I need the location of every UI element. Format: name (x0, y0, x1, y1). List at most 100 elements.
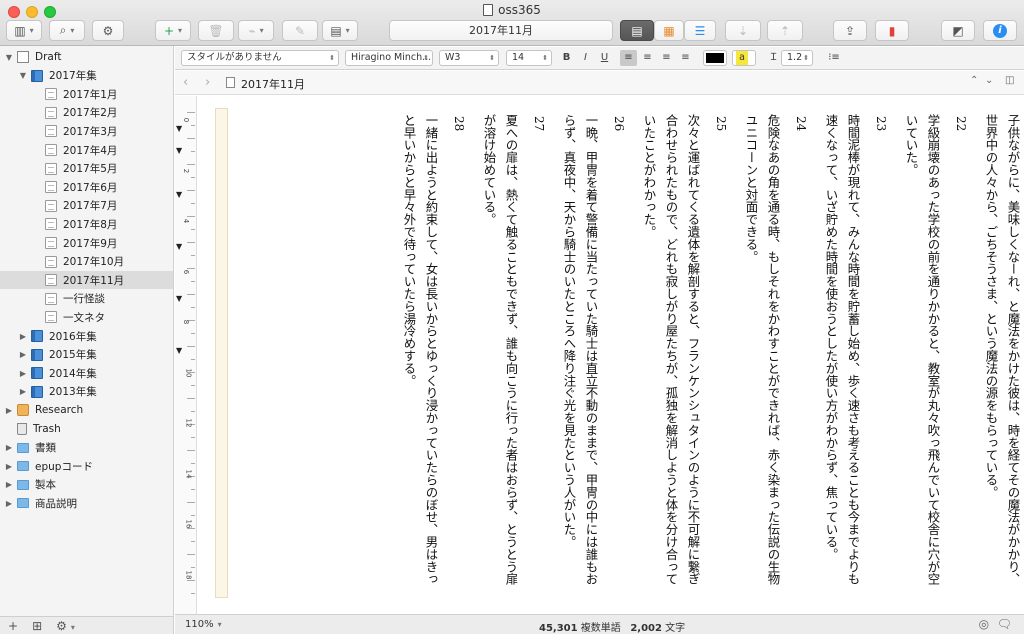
binder-item[interactable]: 2017年6月 (0, 178, 173, 196)
forward-icon[interactable]: › (205, 75, 210, 90)
attach-button[interactable]: ⌁ ▾ (238, 20, 274, 41)
binder-item-label: 2017年5月 (63, 163, 118, 176)
binder-item[interactable]: ▶ 製本 (0, 476, 173, 494)
disclosure-collapsed-icon[interactable]: ▶ (18, 350, 28, 359)
binder-item[interactable]: ▶ 2015年集 (0, 346, 173, 364)
doc-icon (45, 292, 57, 305)
align-left-icon: ≡ (624, 52, 633, 63)
binder-item[interactable]: 2017年4月 (0, 141, 173, 159)
disclosure-collapsed-icon[interactable]: ▶ (18, 369, 28, 378)
binder-item[interactable]: 2017年3月 (0, 122, 173, 140)
tab-stop-marker[interactable]: ▼ (176, 294, 182, 303)
binder-item[interactable]: 2017年9月 (0, 234, 173, 252)
binder-item[interactable]: ▼ Draft (0, 48, 173, 66)
zoom-select[interactable]: 110% ▾ (185, 619, 222, 630)
settings-button[interactable]: ⚙ (92, 20, 124, 41)
font-size-select[interactable]: 14 ⬍ (506, 50, 552, 66)
bold-button[interactable]: B (558, 50, 575, 66)
align-center-button[interactable]: ≡ (639, 50, 656, 66)
binder-item[interactable]: 2017年7月 (0, 197, 173, 215)
binder-item[interactable]: ▶ 2013年集 (0, 383, 173, 401)
tab-stop-marker[interactable]: ▼ (176, 242, 182, 251)
folder-icon (17, 442, 29, 453)
binder-item[interactable]: ▶ Research (0, 401, 173, 419)
tab-stop-marker[interactable]: ▼ (176, 190, 182, 199)
ruler-tick (187, 216, 195, 217)
chevron-up-icon[interactable]: ⌃ (970, 75, 978, 86)
binder-item[interactable]: 2017年1月 (0, 85, 173, 103)
align-left-button[interactable]: ≡ (620, 50, 637, 66)
move-up-button[interactable]: ⇡ (767, 20, 803, 41)
binder-item[interactable]: 一文ネタ (0, 308, 173, 326)
binder-item-label: 一文ネタ (63, 311, 105, 324)
binder-item[interactable]: ▶ 2014年集 (0, 364, 173, 382)
add-folder-icon[interactable]: ⊞ (32, 619, 42, 633)
add-item-button[interactable]: + ▾ (155, 20, 191, 41)
binder-item[interactable]: ▶ 商品説明 (0, 494, 173, 512)
comment-icon[interactable]: 🗨 (997, 617, 1012, 631)
disclosure-expanded-icon[interactable]: ▼ (4, 53, 14, 62)
binder-item[interactable]: 一行怪談 (0, 290, 173, 308)
binder-item[interactable]: ▶ 2016年集 (0, 327, 173, 345)
bookmark-button[interactable]: ▮ (875, 20, 909, 41)
gear-icon[interactable]: ⚙ ▾ (56, 619, 75, 633)
align-right-button[interactable]: ≡ (658, 50, 675, 66)
highlight-color-well[interactable]: a (732, 50, 756, 66)
disclosure-collapsed-icon[interactable]: ▶ (4, 406, 14, 415)
vertical-ruler[interactable]: 0 2 4 6 8 10 12 14 16 18 ▼ ▼ ▼ ▼ ▼ ▼ (175, 96, 197, 614)
text-color-well[interactable] (703, 50, 727, 66)
list-button[interactable]: ⁝≡ (821, 50, 847, 66)
chevron-down-icon[interactable]: ⌄ (985, 75, 993, 86)
font-family-select[interactable]: Hiragino Minch... ⬍ (345, 50, 433, 66)
back-icon[interactable]: ‹ (183, 75, 188, 90)
binder-item-label: 書類 (35, 442, 56, 455)
binder-item[interactable]: Trash (0, 420, 173, 438)
font-weight-select[interactable]: W3 ⬍ (439, 50, 499, 66)
compose-mode-button[interactable]: ◩ (941, 20, 975, 41)
ruler-tick (187, 112, 195, 113)
binder-item[interactable]: 2017年2月 (0, 104, 173, 122)
outline-view-button[interactable]: ☰ (684, 20, 716, 41)
disclosure-collapsed-icon[interactable]: ▶ (4, 462, 14, 471)
edit-button[interactable]: ✎ (282, 20, 318, 41)
disclosure-collapsed-icon[interactable]: ▶ (18, 387, 28, 396)
disclosure-collapsed-icon[interactable]: ▶ (4, 480, 14, 489)
underline-button[interactable]: U (596, 50, 613, 66)
research-icon (17, 404, 29, 417)
binder-item[interactable]: ▼ 2017年集 (0, 67, 173, 85)
editor-document-title[interactable]: 2017年11月 (241, 76, 305, 92)
tab-stop-marker[interactable]: ▼ (176, 124, 182, 133)
move-down-button[interactable]: ⇣ (725, 20, 761, 41)
line-spacing-select[interactable]: 1.2 ⬍ (781, 50, 813, 66)
binder-item[interactable]: ▶ 書類 (0, 439, 173, 457)
binder-item[interactable]: ▶ epupコード (0, 457, 173, 475)
document-title-field[interactable]: 2017年11月 (389, 20, 613, 41)
view-toggle-button[interactable]: ▥ ▾ (6, 20, 42, 41)
entry-number: 23 (874, 116, 888, 132)
ruler-label: 10 (184, 368, 193, 377)
split-editor-icon[interactable]: ◫ (1005, 75, 1014, 86)
tab-stop-marker[interactable]: ▼ (176, 346, 182, 355)
italic-button[interactable]: I (577, 50, 594, 66)
binder-item[interactable]: 2017年5月 (0, 160, 173, 178)
tab-stop-marker[interactable]: ▼ (176, 146, 182, 155)
disclosure-expanded-icon[interactable]: ▼ (18, 71, 28, 80)
inspector-button[interactable]: i (983, 20, 1017, 41)
corkboard-view-button[interactable]: ▦ (654, 20, 684, 41)
binder-item[interactable]: 2017年11月 (0, 271, 173, 290)
disclosure-collapsed-icon[interactable]: ▶ (18, 332, 28, 341)
disclosure-collapsed-icon[interactable]: ▶ (4, 443, 14, 452)
target-icon[interactable]: ◎ (979, 617, 989, 631)
style-select[interactable]: スタイルがありません ⬍ (181, 50, 339, 66)
search-button[interactable]: ⌕ ▾ (49, 20, 85, 41)
binder-item[interactable]: 2017年8月 (0, 215, 173, 233)
scrivenings-view-button[interactable]: ▤ (620, 20, 654, 41)
text-editor[interactable]: 子供ながらに、美味しくなーれ、と魔法をかけた彼は、時を経てその魔法がかかり、 世界… (198, 96, 1024, 614)
add-icon[interactable]: + (8, 619, 18, 633)
share-button[interactable]: ⇪ (833, 20, 867, 41)
binder-item[interactable]: 2017年10月 (0, 253, 173, 271)
trash-button[interactable]: 🗑 (198, 20, 234, 41)
disclosure-collapsed-icon[interactable]: ▶ (4, 499, 14, 508)
layout-button[interactable]: ▤ ▾ (322, 20, 358, 41)
align-justify-button[interactable]: ≡ (677, 50, 694, 66)
